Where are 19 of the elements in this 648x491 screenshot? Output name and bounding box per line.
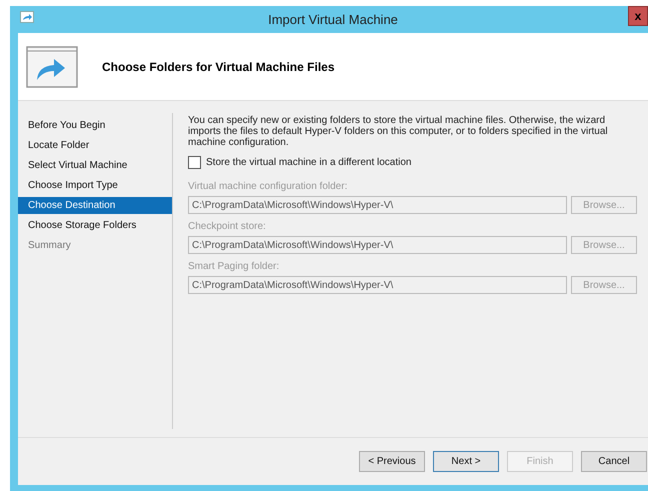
wizard-step[interactable]: Before You Begin [18,116,172,136]
wizard-step[interactable]: Locate Folder [18,136,172,156]
description-text: You can specify new or existing folders to store the virtual machine files. Otherwise, the wizard imports the files to default Hyper-V folders on this computer, or to folders specified in the virtual machine configuration. [188,115,609,148]
wizard-step[interactable]: Choose Import Type [18,176,172,196]
app-icon [20,10,34,22]
close-button[interactable]: x [628,6,648,26]
wizard-button[interactable]: Next > [433,451,499,472]
wizard-step[interactable]: Choose Storage Folders [18,216,172,236]
page-heading: Choose Folders for Virtual Machine Files [102,60,334,74]
wizard-button[interactable]: Cancel [581,451,647,472]
field-label: Checkpoint store: [188,221,266,232]
checkbox[interactable] [188,156,201,169]
field-label: Smart Paging folder: [188,261,280,272]
wizard-step[interactable]: Choose Destination [18,197,172,214]
wizard-step[interactable]: Select Virtual Machine [18,156,172,176]
window-title: Import Virtual Machine [268,12,398,27]
field-label: Virtual machine configuration folder: [188,181,348,192]
checkbox-label: Store the virtual machine in a different location [206,157,412,168]
wizard-button[interactable]: < Previous [359,451,425,472]
